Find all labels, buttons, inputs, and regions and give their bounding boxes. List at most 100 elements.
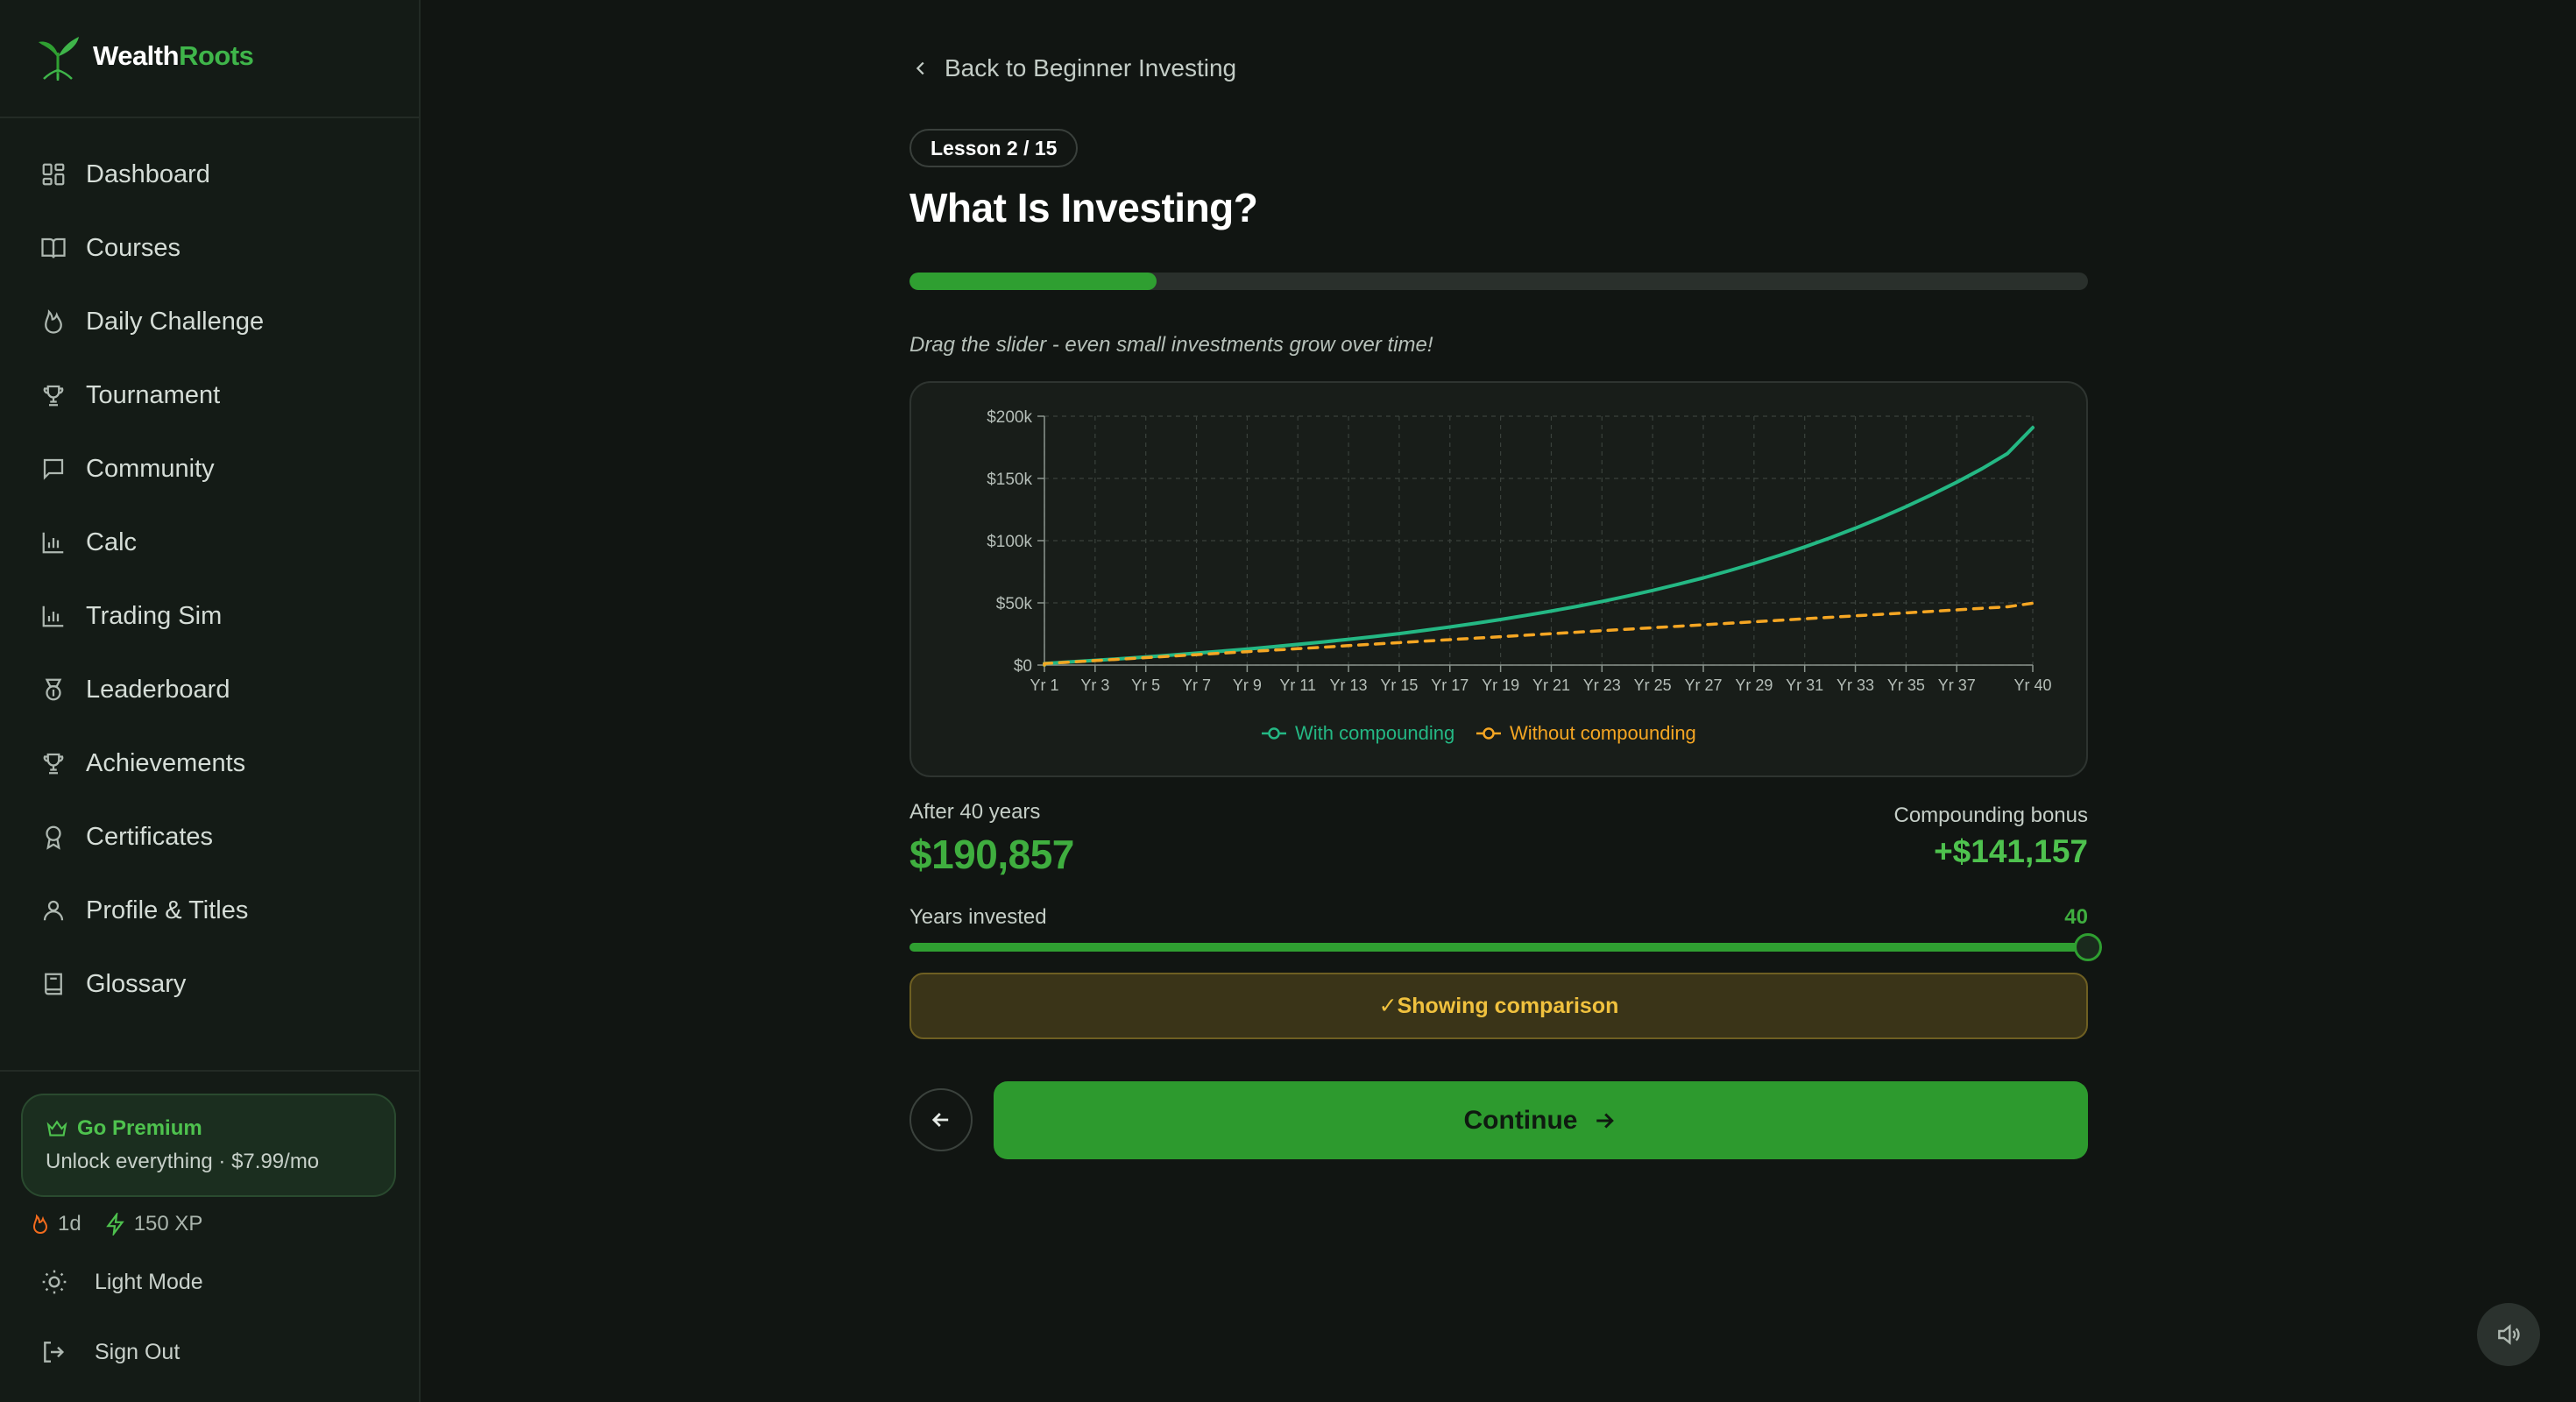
- x-tick-label: Yr 15: [1380, 676, 1418, 694]
- x-tick-label: Yr 31: [1786, 676, 1823, 694]
- light-mode-label: Light Mode: [95, 1269, 203, 1294]
- lesson-badge: Lesson 2 / 15: [909, 129, 1079, 167]
- flame-icon: [45, 309, 62, 334]
- book-icon: [45, 973, 62, 995]
- arrow-left-icon: [931, 1113, 949, 1127]
- sidebar-item-label: Tournament: [86, 380, 221, 409]
- sidebar-item-tournament[interactable]: Tournament: [25, 358, 401, 432]
- sidebar-item-community[interactable]: Community: [25, 432, 401, 506]
- xp-stat: 150 XP: [104, 1212, 203, 1236]
- user-stats: 1d 150 XP: [30, 1212, 202, 1236]
- x-tick-label: Yr 3: [1080, 676, 1109, 694]
- book-open-icon: [41, 237, 66, 258]
- x-tick-label: Yr 7: [1182, 676, 1211, 694]
- award-icon: [46, 825, 61, 850]
- log-out-icon: [44, 1342, 65, 1363]
- sidebar-item-label: Dashboard: [86, 159, 210, 188]
- continue-label: Continue: [1463, 1105, 1578, 1135]
- streak-stat: 1d: [30, 1212, 81, 1236]
- lesson-progress-bar: [909, 273, 2088, 290]
- years-slider-fill: [909, 943, 2088, 952]
- years-slider[interactable]: [909, 933, 2102, 961]
- growth-chart-card: $0 $50k $100k $150k $200k Yr 1 Yr 3 Yr 5 Yr 7 Yr …: [909, 381, 2088, 777]
- compounding-bonus-label: Compounding bonus: [1893, 804, 2089, 827]
- sidebar-item-daily-challenge[interactable]: Daily Challenge: [25, 285, 401, 358]
- sidebar: WealthRoots Dashboard Courses Daily Chal…: [0, 0, 421, 1402]
- lesson-progress-fill: [909, 273, 1157, 290]
- back-link[interactable]: Back to Beginner Investing: [911, 54, 1236, 82]
- y-tick-label: $100k: [987, 533, 1032, 551]
- sidebar-item-dashboard[interactable]: Dashboard: [25, 138, 401, 211]
- sidebar-item-trading-sim[interactable]: Trading Sim: [25, 579, 401, 653]
- sidebar-item-label: Achievements: [86, 748, 246, 777]
- premium-title-text: Go Premium: [77, 1116, 202, 1140]
- sidebar-item-label: Calc: [86, 528, 138, 556]
- slider-hint: Drag the slider - even small investments…: [909, 333, 1433, 357]
- premium-title: Go Premium: [46, 1116, 372, 1141]
- brand-name-part2: Roots: [179, 40, 254, 71]
- message-square-icon: [43, 458, 64, 480]
- continue-button[interactable]: Continue: [994, 1081, 2088, 1159]
- user-icon: [43, 900, 64, 921]
- sidebar-nav: Dashboard Courses Daily Challenge Tourna…: [25, 138, 401, 1021]
- go-premium-card[interactable]: Go Premium Unlock everything · $7.99/mo: [21, 1094, 396, 1197]
- x-tick-label: Yr 27: [1684, 676, 1722, 694]
- light-mode-toggle[interactable]: Light Mode: [40, 1268, 203, 1296]
- page-title: What Is Investing?: [909, 185, 1258, 230]
- bar-chart-icon: [42, 532, 64, 554]
- x-tick-label: Yr 5: [1131, 676, 1160, 694]
- x-tick-label: Yr 21: [1532, 676, 1570, 694]
- brand-logo[interactable]: WealthRoots: [35, 30, 254, 82]
- showing-comparison-button[interactable]: ✓Showing comparison: [909, 973, 2088, 1039]
- xp-value: 150 XP: [133, 1212, 203, 1236]
- arrow-right-icon: [1596, 1112, 1615, 1129]
- after-years-label: After 40 years: [909, 800, 1041, 824]
- compounding-bonus-value: +$141,157: [1934, 833, 2088, 869]
- trophy-icon: [43, 753, 64, 775]
- x-tick-label: Yr 19: [1482, 676, 1519, 694]
- years-slider-thumb[interactable]: [2074, 933, 2102, 961]
- growth-chart: $0 $50k $100k $150k $200k Yr 1 Yr 3 Yr 5 Yr 7 Yr …: [987, 408, 2051, 744]
- x-tick-label: Yr 40: [2013, 676, 2051, 694]
- sound-toggle-button[interactable]: [2477, 1303, 2540, 1366]
- sidebar-item-certificates[interactable]: Certificates: [25, 800, 401, 874]
- sidebar-item-label: Community: [86, 454, 215, 483]
- final-value: $190,857: [909, 832, 1074, 877]
- sidebar-item-courses[interactable]: Courses: [25, 211, 401, 285]
- previous-button[interactable]: [909, 1088, 973, 1151]
- sidebar-item-calc[interactable]: Calc: [25, 506, 401, 579]
- sidebar-item-profile[interactable]: Profile & Titles: [25, 874, 401, 947]
- sidebar-item-label: Certificates: [86, 822, 214, 851]
- years-invested-label: Years invested: [909, 905, 1047, 929]
- flame-icon: [32, 1214, 48, 1235]
- sidebar-divider: [0, 1070, 421, 1072]
- y-tick-label: $50k: [996, 595, 1033, 613]
- sidebar-item-label: Trading Sim: [86, 601, 223, 630]
- volume-icon: [2498, 1324, 2520, 1345]
- sidebar-item-label: Leaderboard: [86, 675, 230, 704]
- brand-name-part1: Wealth: [93, 40, 180, 71]
- x-tick-label: Yr 29: [1735, 676, 1773, 694]
- x-tick-label: Yr 1: [1030, 676, 1058, 694]
- sidebar-item-achievements[interactable]: Achievements: [25, 726, 401, 800]
- sun-icon: [42, 1270, 67, 1294]
- years-invested-value: 40: [2064, 905, 2088, 929]
- x-tick-label: Yr 33: [1836, 676, 1874, 694]
- sidebar-item-label: Daily Challenge: [86, 307, 265, 336]
- sidebar-item-leaderboard[interactable]: Leaderboard: [25, 653, 401, 726]
- lightning-icon: [105, 1213, 124, 1236]
- sign-out-button[interactable]: Sign Out: [40, 1338, 180, 1366]
- back-link-label: Back to Beginner Investing: [945, 54, 1237, 81]
- chevron-left-icon: [916, 61, 924, 75]
- premium-subtitle: Unlock everything · $7.99/mo: [46, 1150, 320, 1173]
- brand-name: WealthRoots: [93, 40, 254, 72]
- dashboard-grid-icon: [42, 163, 65, 186]
- x-tick-label: Yr 17: [1431, 676, 1468, 694]
- x-tick-label: Yr 37: [1938, 676, 1976, 694]
- crown-icon: [46, 1120, 67, 1136]
- series-line-with-compounding: [1043, 426, 2035, 667]
- legend-label: Without compounding: [1510, 722, 1696, 744]
- y-tick-label: $200k: [987, 408, 1032, 427]
- sidebar-divider: [0, 117, 421, 118]
- sidebar-item-glossary[interactable]: Glossary: [25, 947, 401, 1021]
